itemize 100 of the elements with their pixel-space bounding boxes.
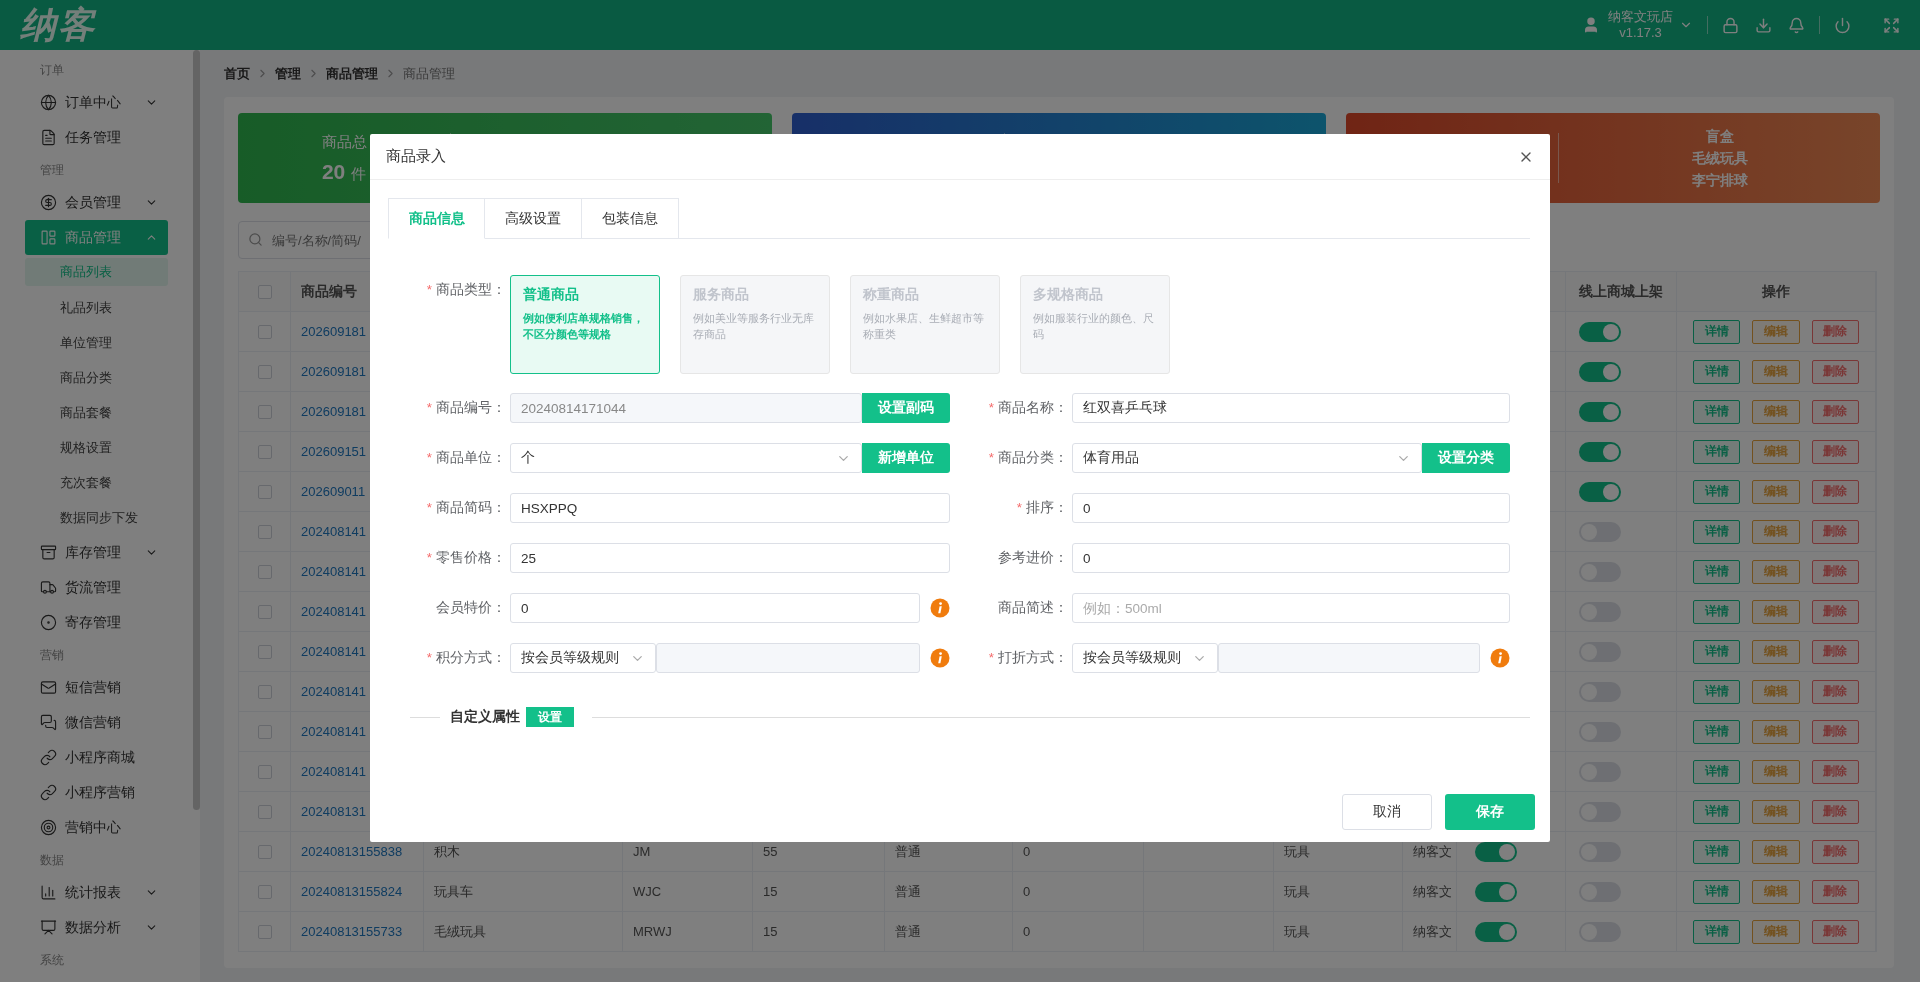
- checkbox[interactable]: [257, 684, 272, 699]
- product-code-link[interactable]: 202609181: [301, 364, 367, 379]
- info-icon[interactable]: [930, 648, 950, 668]
- details-button[interactable]: 详情: [1693, 559, 1741, 584]
- edit-button[interactable]: 编辑: [1752, 399, 1800, 424]
- delete-button[interactable]: 删除: [1811, 479, 1859, 504]
- nav-item[interactable]: 任务管理: [25, 120, 168, 155]
- product-code-link[interactable]: 202408141: [301, 644, 367, 659]
- edit-button[interactable]: 编辑: [1752, 559, 1800, 584]
- edit-button[interactable]: 编辑: [1752, 879, 1800, 904]
- toggle-switch[interactable]: [1475, 881, 1517, 902]
- delete-button[interactable]: 删除: [1811, 919, 1859, 944]
- text-input[interactable]: HSXPPQ: [510, 493, 950, 523]
- toggle-switch[interactable]: [1475, 841, 1517, 862]
- type-option[interactable]: 普通商品 例如便利店单规格销售，不区分颜色等规格: [510, 275, 660, 374]
- edit-button[interactable]: 编辑: [1752, 919, 1800, 944]
- product-code-link[interactable]: 202408141: [301, 684, 367, 699]
- info-icon[interactable]: [1490, 648, 1510, 668]
- edit-button[interactable]: 编辑: [1752, 599, 1800, 624]
- product-code-link[interactable]: 202609011: [301, 484, 366, 499]
- settings-button[interactable]: 设置: [526, 707, 574, 727]
- delete-button[interactable]: 删除: [1811, 679, 1859, 704]
- product-code-link[interactable]: 202609181: [301, 404, 367, 419]
- text-input[interactable]: 0: [1072, 493, 1510, 523]
- delete-button[interactable]: 删除: [1811, 439, 1859, 464]
- select-field[interactable]: 按会员等级规则: [510, 643, 656, 673]
- edit-button[interactable]: 编辑: [1752, 719, 1800, 744]
- checkbox[interactable]: [257, 324, 272, 339]
- details-button[interactable]: 详情: [1693, 759, 1741, 784]
- details-button[interactable]: 详情: [1693, 319, 1741, 344]
- bell-icon[interactable]: [1788, 16, 1805, 34]
- user-info[interactable]: 纳客文玩店 v1.17.3: [1608, 9, 1673, 41]
- checkbox[interactable]: [257, 564, 272, 579]
- product-code-link[interactable]: 20240813155838: [301, 844, 403, 859]
- nav-item[interactable]: 营销中心: [25, 810, 168, 845]
- product-code-link[interactable]: 202408141: [301, 524, 367, 539]
- delete-button[interactable]: 删除: [1811, 319, 1859, 344]
- nav-item[interactable]: 统计报表: [25, 875, 168, 910]
- details-button[interactable]: 详情: [1693, 639, 1741, 664]
- delete-button[interactable]: 删除: [1811, 759, 1859, 784]
- nav-subitem[interactable]: 商品分类: [25, 360, 168, 395]
- nav-subitem[interactable]: 规格设置: [25, 430, 168, 465]
- details-button[interactable]: 详情: [1693, 719, 1741, 744]
- edit-button[interactable]: 编辑: [1752, 479, 1800, 504]
- breadcrumb-link[interactable]: 首页: [224, 64, 250, 83]
- details-button[interactable]: 详情: [1693, 799, 1741, 824]
- product-code-link[interactable]: 20240813155733: [301, 924, 403, 939]
- save-button[interactable]: 保存: [1445, 794, 1535, 830]
- select-field[interactable]: 体育用品: [1072, 443, 1422, 473]
- details-button[interactable]: 详情: [1693, 519, 1741, 544]
- edit-button[interactable]: 编辑: [1752, 439, 1800, 464]
- delete-button[interactable]: 删除: [1811, 519, 1859, 544]
- delete-button[interactable]: 删除: [1811, 719, 1859, 744]
- delete-button[interactable]: 删除: [1811, 799, 1859, 824]
- toggle-switch[interactable]: [1579, 361, 1621, 382]
- details-button[interactable]: 详情: [1693, 599, 1741, 624]
- breadcrumb-link[interactable]: 管理: [275, 64, 301, 83]
- product-code-link[interactable]: 202408141: [301, 604, 367, 619]
- tab[interactable]: 商品信息: [388, 198, 485, 239]
- checkbox[interactable]: [257, 364, 272, 379]
- nav-item[interactable]: 订单中心: [25, 85, 168, 120]
- tab[interactable]: 高级设置: [485, 198, 582, 239]
- details-button[interactable]: 详情: [1693, 839, 1741, 864]
- edit-button[interactable]: 编辑: [1752, 839, 1800, 864]
- toggle-switch[interactable]: [1579, 441, 1621, 462]
- delete-button[interactable]: 删除: [1811, 359, 1859, 384]
- checkbox[interactable]: [257, 404, 272, 419]
- details-button[interactable]: 详情: [1693, 359, 1741, 384]
- delete-button[interactable]: 删除: [1811, 599, 1859, 624]
- checkbox[interactable]: [257, 844, 272, 859]
- info-icon[interactable]: [930, 598, 950, 618]
- delete-button[interactable]: 删除: [1811, 839, 1859, 864]
- product-code-link[interactable]: 202408141: [301, 764, 367, 779]
- delete-button[interactable]: 删除: [1811, 879, 1859, 904]
- cancel-button[interactable]: 取消: [1342, 794, 1432, 830]
- nav-subitem[interactable]: 商品套餐: [25, 395, 168, 430]
- edit-button[interactable]: 编辑: [1752, 519, 1800, 544]
- toggle-switch[interactable]: [1579, 401, 1621, 422]
- checkbox[interactable]: [257, 604, 272, 619]
- nav-item[interactable]: 小程序商城: [25, 740, 168, 775]
- details-button[interactable]: 详情: [1693, 679, 1741, 704]
- nav-subitem[interactable]: 充次套餐: [25, 465, 168, 500]
- checkbox[interactable]: [257, 764, 272, 779]
- field-button[interactable]: 设置副码: [862, 393, 950, 423]
- checkbox[interactable]: [257, 884, 272, 899]
- text-input[interactable]: 红双喜乒乓球: [1072, 393, 1510, 423]
- tab[interactable]: 包装信息: [582, 198, 679, 239]
- nav-subitem[interactable]: 礼品列表: [25, 290, 168, 325]
- delete-button[interactable]: 删除: [1811, 559, 1859, 584]
- nav-subitem[interactable]: 数据同步下发: [25, 500, 168, 535]
- product-code-link[interactable]: 202408141: [301, 724, 367, 739]
- nav-item[interactable]: 库存管理: [25, 535, 168, 570]
- select-field[interactable]: 按会员等级规则: [1072, 643, 1218, 673]
- nav-item[interactable]: 短信营销: [25, 670, 168, 705]
- text-input[interactable]: 20240814171044: [510, 393, 862, 423]
- checkbox[interactable]: [257, 444, 272, 459]
- nav-item[interactable]: 微信营销: [25, 705, 168, 740]
- edit-button[interactable]: 编辑: [1752, 679, 1800, 704]
- checkbox[interactable]: [257, 804, 272, 819]
- scrollbar-thumb[interactable]: [193, 50, 200, 810]
